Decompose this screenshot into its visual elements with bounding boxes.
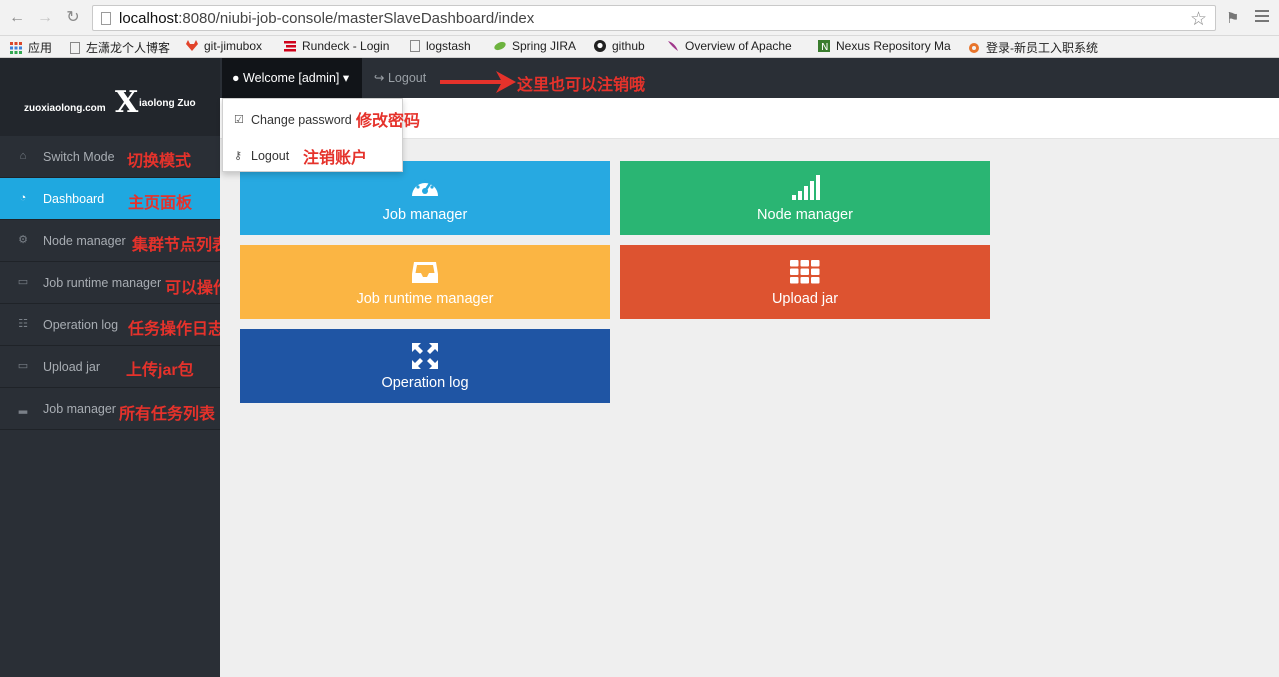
annotation-upload-jar: 上传jar包: [126, 362, 194, 379]
annotation-operation-log: 任务操作日志: [128, 321, 225, 338]
logout-link[interactable]: ↪ Logout: [374, 70, 426, 85]
bookmark-star-icon[interactable]: ☆: [1190, 8, 1207, 31]
gear-icon: ⚙: [18, 234, 28, 246]
key-icon: ⚷: [234, 150, 243, 162]
logo[interactable]: zuoxiaolong.com X iaolong Zuo: [0, 58, 220, 136]
url-text: localhost:8080/niubi-job-console/masterS…: [119, 10, 535, 27]
user-menu-toggle[interactable]: ● Welcome [admin] ▾: [222, 58, 362, 98]
caret-down-icon: ▾: [342, 71, 350, 85]
welcome-label: Welcome [admin]: [243, 71, 340, 85]
inbox-icon: ▭: [17, 276, 29, 288]
checkbox-icon: ☑: [234, 114, 244, 126]
signal-icon: [792, 175, 820, 200]
grid-icon: ☷: [18, 318, 28, 330]
tile-label: Operation log: [381, 375, 469, 391]
bookmark-apache[interactable]: Overview of Apache: [667, 39, 792, 53]
annotation-logout: 这里也可以注销哦: [517, 77, 646, 94]
tile-job-runtime-manager[interactable]: Job runtime manager: [240, 245, 610, 319]
annotation-dashboard: 主页面板: [128, 195, 193, 212]
logo-name: iaolong Zuo: [139, 98, 196, 109]
logout-label: Logout: [387, 71, 427, 85]
browser-menu-icon[interactable]: [1255, 10, 1269, 25]
annotation-change-password: 修改密码: [356, 113, 421, 130]
top-navbar: ● Welcome [admin] ▾ ↪ Logout: [220, 58, 1279, 98]
signal-icon: ▂: [18, 402, 28, 414]
bookmarks-bar: 应用 左潇龙个人博客 git-jimubox Rundeck - Login l…: [0, 36, 1279, 58]
gitlab-icon: [186, 40, 198, 51]
apache-feather-icon: [668, 41, 678, 51]
annotation-switch-mode: 切换模式: [127, 153, 192, 170]
github-icon: [594, 40, 606, 52]
sidebar-item-label: Switch Mode: [43, 150, 115, 164]
annotation-arrow-icon: [440, 71, 516, 93]
grid-icon: [790, 260, 820, 284]
annotation-node-manager: 集群节点列表: [132, 237, 229, 254]
sidebar-item-label: Upload jar: [43, 360, 100, 374]
logo-site: zuoxiaolong.com: [24, 103, 106, 114]
tile-label: Node manager: [757, 207, 853, 223]
home-icon: ⌂: [19, 150, 27, 162]
expand-icon: [412, 343, 438, 369]
forward-arrow-icon[interactable]: →: [36, 9, 54, 27]
tile-node-manager[interactable]: Node manager: [620, 161, 990, 235]
sidebar-item-label: Node manager: [43, 234, 126, 248]
bookmark-gitlab[interactable]: git-jimubox: [186, 39, 262, 53]
tile-label: Job runtime manager: [356, 291, 494, 307]
inbox-icon: [412, 262, 438, 283]
browser-toolbar: ← → ↻ localhost:8080/niubi-job-console/m…: [0, 0, 1279, 36]
bookmark-spring-jira[interactable]: Spring JIRA: [494, 39, 576, 53]
sidebar-item-label: Operation log: [43, 318, 119, 332]
nexus-icon: N: [818, 40, 830, 52]
dashboard-icon: ◔: [19, 192, 27, 204]
menu-item-label: Logout: [251, 149, 290, 163]
page-icon: [410, 40, 420, 52]
back-arrow-icon[interactable]: ←: [8, 9, 26, 27]
reload-icon[interactable]: ↻: [64, 9, 82, 27]
address-bar[interactable]: localhost:8080/niubi-job-console/masterS…: [92, 5, 1216, 31]
annotation-dropdown-logout: 注销账户: [303, 150, 368, 167]
logo-mark: X: [115, 85, 139, 120]
dashboard-main: Job manager Node manager Job runtime man…: [220, 139, 1279, 677]
user-icon: ●: [232, 71, 240, 85]
page-icon: [101, 12, 111, 25]
gear-icon: [969, 43, 979, 53]
bookmark-apps[interactable]: 应用: [10, 39, 52, 56]
bookmark-nexus[interactable]: N Nexus Repository Ma: [818, 39, 951, 53]
annotation-job-manager: 所有任务列表: [119, 406, 216, 423]
sidebar-item-label: Dashboard: [43, 192, 105, 206]
svg-text:N: N: [821, 42, 828, 52]
bookmark-github[interactable]: github: [594, 39, 645, 53]
bookmark-onboarding[interactable]: 登录-新员工入职系统: [968, 39, 1098, 56]
bookmark-logstash[interactable]: logstash: [410, 39, 471, 53]
rundeck-icon: [284, 41, 296, 52]
page-icon: [70, 42, 80, 54]
menu-item-label: Change password: [251, 113, 352, 127]
bookmark-rundeck[interactable]: Rundeck - Login: [284, 39, 389, 53]
spring-leaf-icon: [494, 41, 506, 51]
bookmark-blog[interactable]: 左潇龙个人博客: [70, 39, 170, 56]
tile-label: Upload jar: [771, 291, 839, 307]
sidebar-item-label: Job manager: [43, 402, 116, 416]
tile-label: Job manager: [382, 207, 468, 223]
tile-operation-log[interactable]: Operation log: [240, 329, 610, 403]
inbox-icon: ▭: [17, 360, 29, 372]
sidebar-item-label: Job runtime manager: [43, 276, 162, 290]
extension-icon[interactable]: ⚑: [1226, 9, 1239, 27]
apps-grid-icon: [10, 42, 22, 54]
dashboard-icon: [412, 179, 438, 196]
tile-upload-jar[interactable]: Upload jar: [620, 245, 990, 319]
share-arrow-icon: ↪: [374, 71, 385, 85]
